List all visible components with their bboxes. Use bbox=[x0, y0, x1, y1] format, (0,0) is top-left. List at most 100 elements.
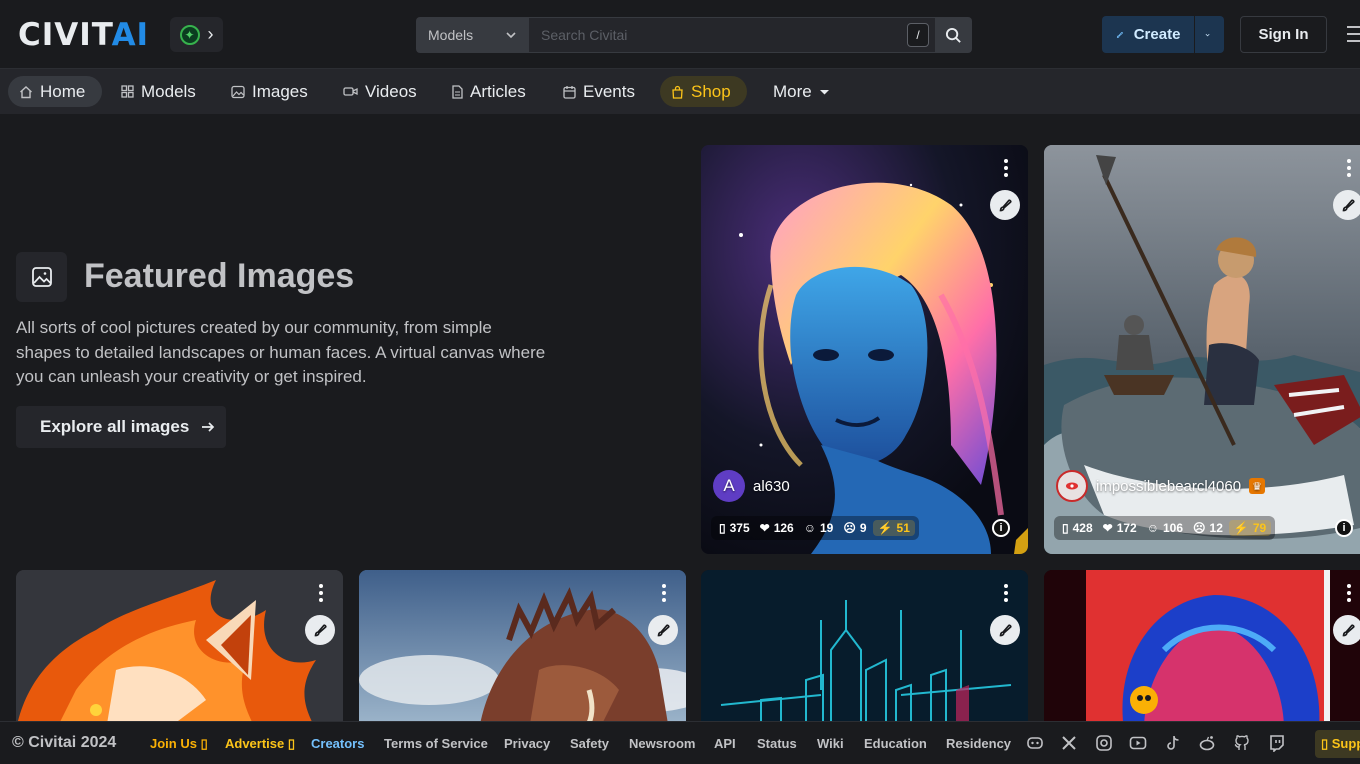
twitch-icon[interactable] bbox=[1268, 734, 1286, 752]
nav-item-home[interactable]: Home bbox=[8, 76, 102, 107]
civitai-logo[interactable]: CIVITAI bbox=[18, 19, 149, 51]
info-icon[interactable]: i bbox=[1335, 519, 1353, 537]
remix-button[interactable] bbox=[648, 615, 678, 645]
likes-stat[interactable]: ❤ 126 bbox=[756, 521, 798, 535]
more-options-icon[interactable] bbox=[996, 159, 1016, 177]
create-label: Create bbox=[1133, 26, 1181, 43]
username: al630 bbox=[753, 477, 790, 495]
menu-icon[interactable] bbox=[1347, 26, 1360, 47]
search-button[interactable] bbox=[935, 17, 972, 53]
privacy-link[interactable]: Privacy bbox=[504, 736, 550, 751]
logo-text: CIVIT bbox=[18, 17, 112, 53]
more-options-icon[interactable] bbox=[1339, 584, 1359, 602]
terms-link[interactable]: Terms of Service bbox=[384, 736, 488, 751]
nav-item-images[interactable]: Images bbox=[220, 76, 319, 107]
card-user[interactable]: impossiblebearcl4060 ♛ bbox=[1056, 470, 1266, 502]
brush-icon bbox=[1342, 198, 1355, 211]
safety-link[interactable]: Safety bbox=[570, 736, 609, 751]
buzz-tip-stat[interactable]: ⚡ 79 bbox=[1228, 520, 1272, 536]
image-card[interactable]: A al630 ▯ 375 ❤ 126 ☺ 19 ☹ 9 ⚡ 51 i bbox=[701, 145, 1028, 554]
github-icon[interactable] bbox=[1233, 734, 1251, 752]
buzz-badge-button[interactable]: ✦ › bbox=[170, 17, 223, 52]
remix-button[interactable] bbox=[1333, 615, 1360, 645]
eye-icon bbox=[1066, 482, 1078, 490]
comments-stat[interactable]: ☹ 12 bbox=[1189, 521, 1227, 535]
newsroom-link[interactable]: Newsroom bbox=[629, 736, 695, 751]
api-link[interactable]: API bbox=[714, 736, 736, 751]
shopping-bag-icon bbox=[672, 85, 683, 99]
buzz-count: 51 bbox=[896, 521, 910, 535]
grid-icon bbox=[121, 85, 134, 98]
discord-icon[interactable] bbox=[1026, 734, 1044, 752]
home-icon bbox=[20, 85, 32, 98]
nav-label: Home bbox=[40, 81, 86, 101]
bolt-icon: ⚡ bbox=[1233, 521, 1249, 535]
nav-item-videos[interactable]: Videos bbox=[332, 76, 428, 107]
youtube-icon[interactable] bbox=[1129, 734, 1147, 752]
brush-icon bbox=[999, 198, 1012, 211]
advertise-link[interactable]: Advertise ▯ bbox=[225, 736, 295, 752]
more-options-icon[interactable] bbox=[311, 584, 331, 602]
status-link[interactable]: Status bbox=[757, 736, 797, 751]
support-label: Supp bbox=[1331, 736, 1360, 751]
comments-stat[interactable]: ☹ 9 bbox=[839, 521, 870, 535]
buzz-tip-stat[interactable]: ⚡ 51 bbox=[872, 520, 915, 536]
likes-stat[interactable]: ❤ 172 bbox=[1099, 521, 1141, 535]
reddit-icon[interactable] bbox=[1198, 734, 1216, 752]
search-type-select[interactable]: Models bbox=[416, 17, 529, 53]
nav-item-models[interactable]: Models bbox=[110, 76, 207, 107]
laughs-count: 106 bbox=[1163, 521, 1184, 535]
card-user[interactable]: A al630 bbox=[713, 470, 790, 502]
featured-description: All sorts of cool pictures created by ou… bbox=[16, 318, 546, 386]
remix-button[interactable] bbox=[305, 615, 335, 645]
more-options-icon[interactable] bbox=[996, 584, 1016, 602]
views-count: 375 bbox=[729, 521, 750, 535]
nav-label: More bbox=[773, 81, 812, 101]
info-icon[interactable]: i bbox=[992, 519, 1010, 537]
nav-label: Images bbox=[252, 81, 308, 101]
card-image bbox=[16, 570, 343, 730]
search-shortcut-key: / bbox=[907, 23, 929, 47]
x-twitter-icon[interactable] bbox=[1060, 734, 1078, 752]
image-card[interactable] bbox=[701, 570, 1028, 730]
explore-images-button[interactable]: Explore all images bbox=[16, 406, 226, 448]
residency-link[interactable]: Residency bbox=[946, 736, 1011, 751]
tiktok-icon[interactable] bbox=[1164, 734, 1182, 752]
remix-button[interactable] bbox=[990, 615, 1020, 645]
more-options-icon[interactable] bbox=[654, 584, 674, 602]
nav-item-articles[interactable]: Articles bbox=[440, 76, 537, 107]
caret-down-icon bbox=[819, 89, 829, 94]
nav-label: Videos bbox=[365, 81, 417, 101]
heart-icon: ❤ bbox=[759, 521, 770, 535]
nav-item-more[interactable]: More bbox=[762, 76, 841, 107]
create-button[interactable]: Create bbox=[1102, 16, 1224, 53]
remix-button[interactable] bbox=[990, 190, 1020, 220]
calendar-icon bbox=[563, 85, 576, 99]
face-icon: ☹ bbox=[843, 521, 856, 535]
instagram-icon[interactable] bbox=[1095, 734, 1113, 752]
education-link[interactable]: Education bbox=[864, 736, 927, 751]
laughs-stat[interactable]: ☺ 106 bbox=[1143, 521, 1187, 535]
laughs-stat[interactable]: ☺ 19 bbox=[800, 521, 838, 535]
image-card[interactable] bbox=[359, 570, 686, 730]
support-button[interactable]: ▯ Supp bbox=[1315, 730, 1360, 758]
bolt-icon: ⚡ bbox=[877, 521, 893, 535]
search-bar: Models Search Civitai / bbox=[416, 17, 972, 53]
likes-count: 126 bbox=[773, 521, 794, 535]
search-input[interactable]: Search Civitai / bbox=[529, 17, 935, 53]
buzz-count: 79 bbox=[1252, 521, 1267, 535]
image-card[interactable]: impossiblebearcl4060 ♛ ▯ 428 ❤ 172 ☺ 106 ☹ 1… bbox=[1044, 145, 1360, 554]
remix-button[interactable] bbox=[1333, 190, 1360, 220]
sign-in-button[interactable]: Sign In bbox=[1240, 16, 1327, 53]
join-us-link[interactable]: Join Us ▯ bbox=[150, 736, 208, 752]
copyright-text: © Civitai 2024 bbox=[12, 734, 117, 751]
views-stat[interactable]: ▯ 428 bbox=[1058, 521, 1097, 535]
wiki-link[interactable]: Wiki bbox=[817, 736, 844, 751]
creators-link[interactable]: Creators bbox=[311, 736, 364, 751]
image-card[interactable] bbox=[1044, 570, 1360, 730]
nav-item-shop[interactable]: Shop bbox=[660, 76, 747, 107]
nav-item-events[interactable]: Events bbox=[552, 76, 646, 107]
views-stat[interactable]: ▯ 375 bbox=[715, 521, 754, 535]
image-card[interactable] bbox=[16, 570, 343, 730]
more-options-icon[interactable] bbox=[1339, 159, 1359, 177]
